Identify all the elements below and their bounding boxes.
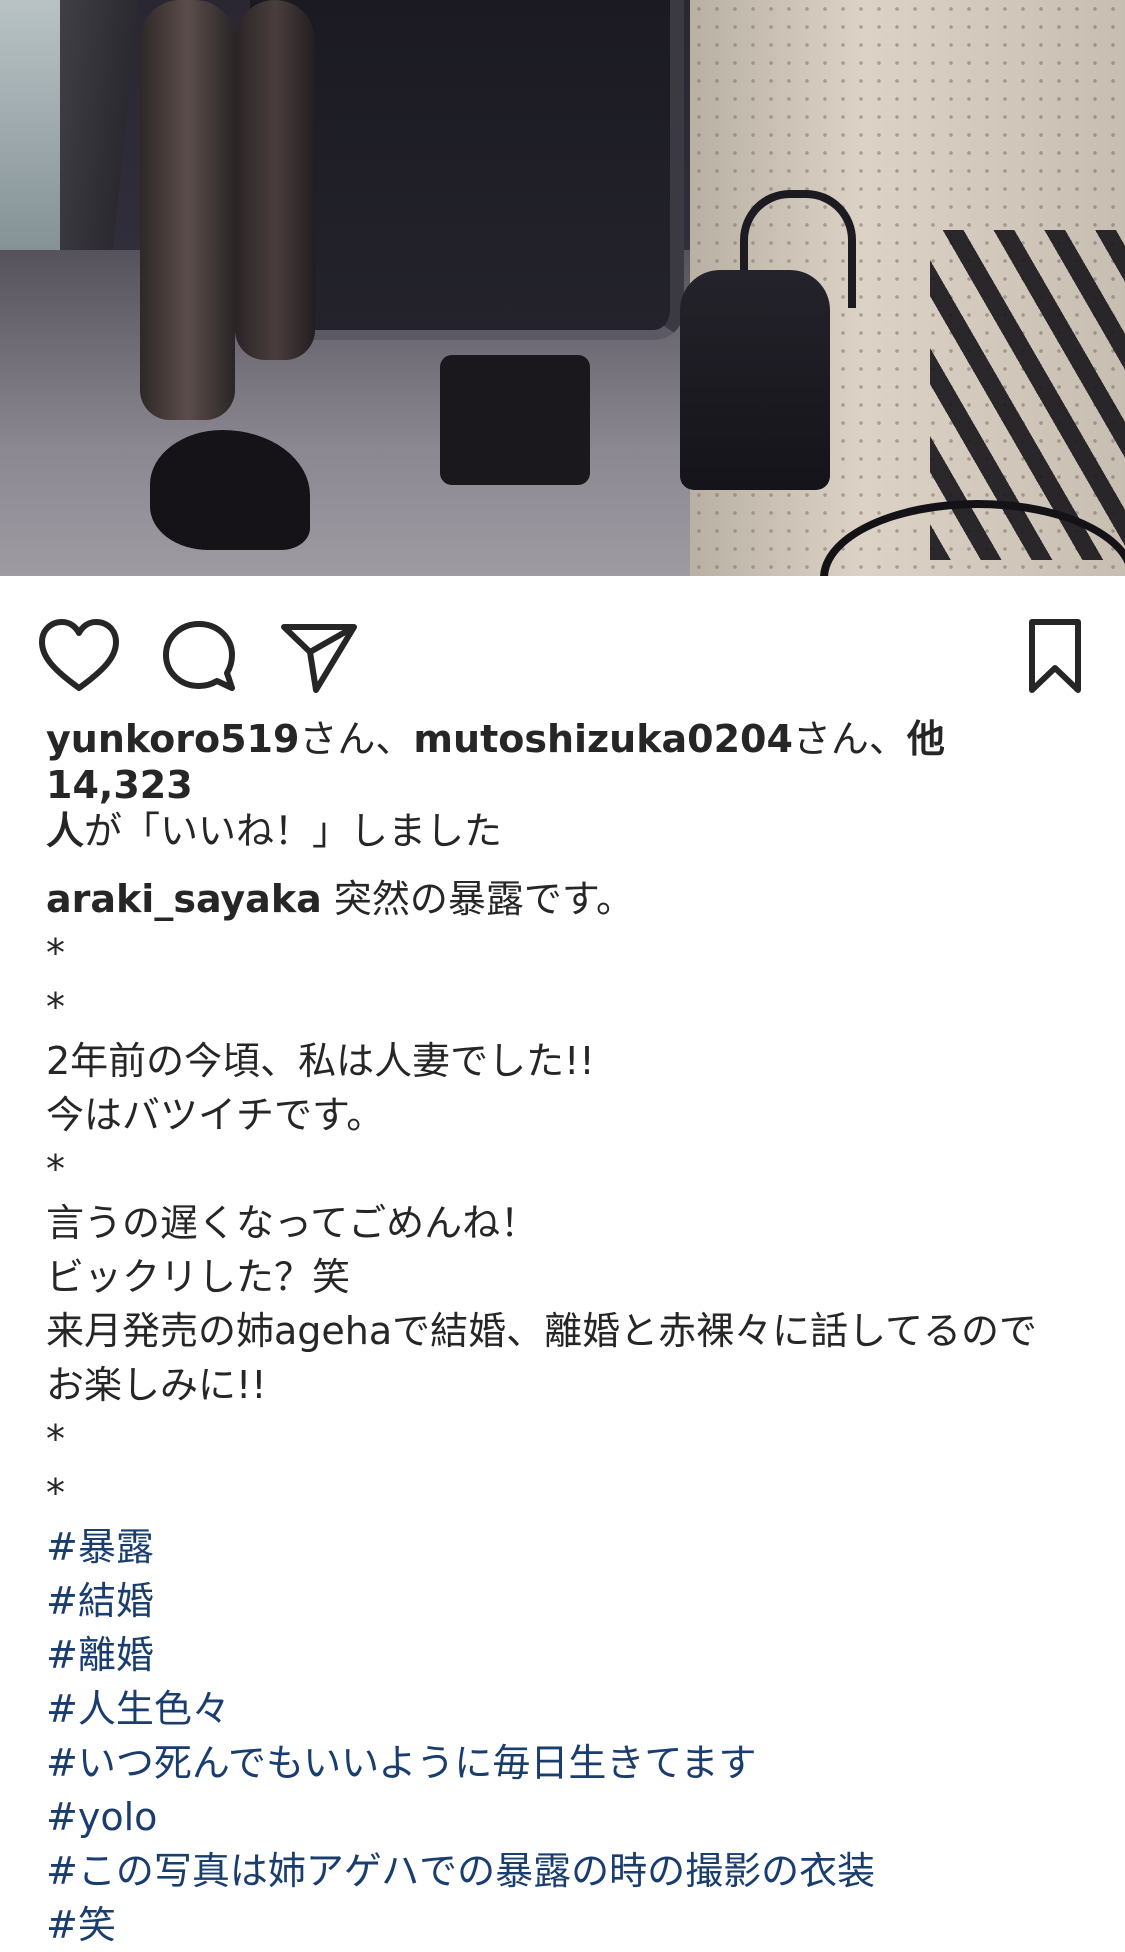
caption-line: 今はバツイチです。 (46, 1093, 385, 1137)
photo-shoes (440, 355, 590, 485)
caption-line: ビックリした？笑 (46, 1255, 351, 1299)
caption-first-line: araki_sayaka 突然の暴露です。 (46, 872, 1086, 926)
likes-label: が「いいね！」しました (84, 809, 503, 853)
caption-line: * (46, 1147, 65, 1191)
caption-text: 突然の暴露です。 (321, 877, 635, 921)
paper-plane-icon[interactable] (274, 612, 364, 702)
hashtag-link[interactable]: #笑 (46, 1898, 1086, 1952)
caption-line: * (46, 931, 65, 975)
caption-username[interactable]: araki_sayaka (46, 877, 322, 921)
comment-icon[interactable] (154, 612, 244, 702)
action-bar (0, 576, 1125, 716)
hashtag-link[interactable]: #いつ死んでもいいように毎日生きてます (46, 1736, 1086, 1790)
like-user-link[interactable]: mutoshizuka0204 (413, 717, 792, 761)
likes-summary[interactable]: yunkoro519さん、mutoshizuka0204さん、他14,323 人… (46, 716, 1086, 854)
hashtag-link[interactable]: #結婚 (46, 1574, 1086, 1628)
post-photo[interactable] (0, 0, 1125, 576)
photo-bag (680, 270, 830, 490)
hashtag-link[interactable]: #人生色々 (46, 1682, 1086, 1736)
post-content: yunkoro519さん、mutoshizuka0204さん、他14,323 人… (46, 716, 1086, 1952)
heart-icon[interactable] (34, 612, 124, 702)
photo-legs (140, 0, 340, 420)
hashtag-link[interactable]: #yolo (46, 1790, 1086, 1844)
hashtag-link[interactable]: #この写真は姉アゲハでの暴露の時の撮影の衣装 (46, 1844, 1086, 1898)
photo-window (0, 0, 60, 290)
caption-line: * (46, 985, 65, 1029)
like-user-link[interactable]: yunkoro519 (46, 717, 299, 761)
caption-line: 言うの遅くなってごめんね！ (46, 1201, 539, 1245)
caption: araki_sayaka 突然の暴露です。 * * 2年前の今頃、私は人妻でした… (46, 872, 1086, 1952)
heart-icon-svg (39, 619, 119, 691)
hashtag-link[interactable]: #離婚 (46, 1628, 1086, 1682)
photo-leg (140, 0, 235, 420)
hashtag-link[interactable]: #暴露 (46, 1520, 1086, 1574)
likes-suffix: さん、 (792, 717, 907, 761)
caption-line: * (46, 1417, 65, 1461)
caption-line: お楽しみに!! (46, 1363, 267, 1407)
comment-icon-svg (163, 621, 235, 691)
caption-line: 2年前の今頃、私は人妻でした!! (46, 1039, 595, 1083)
caption-line: 来月発売の姉agehaで結婚、離婚と赤裸々に話してるので (46, 1309, 1038, 1353)
caption-line: * (46, 1471, 65, 1515)
bookmark-icon[interactable] (1010, 612, 1100, 702)
paper-plane-icon-svg (281, 624, 357, 693)
bookmark-icon-svg (1029, 619, 1081, 693)
likes-suffix: さん、 (299, 717, 414, 761)
likes-count-unit: 人 (46, 809, 85, 853)
photo-leg (235, 0, 315, 360)
